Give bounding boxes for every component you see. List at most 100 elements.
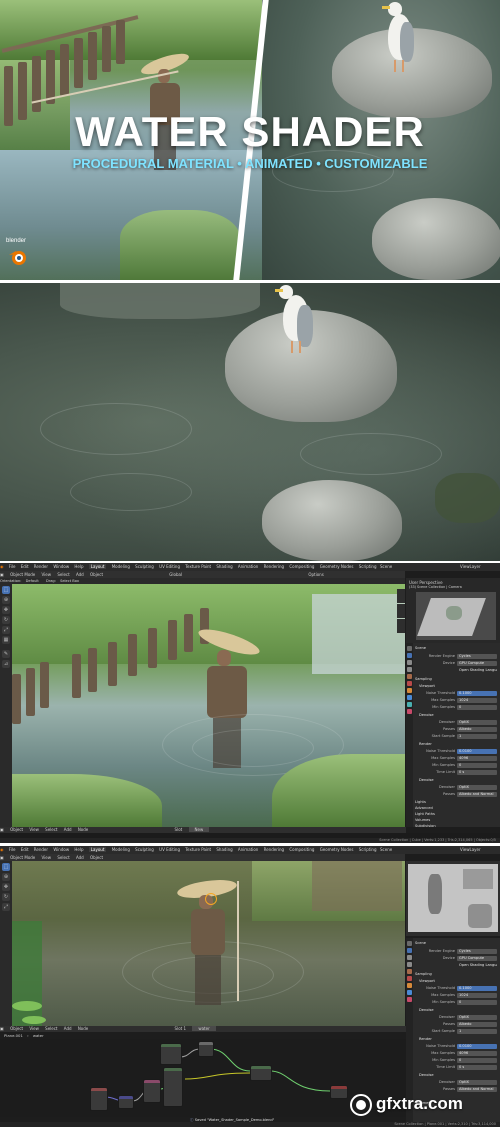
render-min-samples-field[interactable]: 0 (457, 762, 497, 768)
tab-uv-editing[interactable]: UV Editing (159, 564, 180, 569)
render-engine-dropdown[interactable]: Cycles (457, 653, 497, 659)
output-tab-icon[interactable] (407, 955, 412, 960)
tab-scripting[interactable]: Scripting (359, 847, 377, 852)
menu-add[interactable]: Add (76, 572, 84, 577)
modifier-tab-icon[interactable] (407, 990, 412, 995)
tool-tab-icon[interactable] (407, 646, 412, 651)
node-menu-object[interactable]: Object (10, 1026, 23, 1031)
render-subpanel-header[interactable]: Render (415, 1036, 499, 1042)
render-denoiser-dropdown[interactable]: OptiX (457, 784, 497, 790)
scene-tab-icon[interactable] (407, 674, 412, 679)
node-editor-type-icon[interactable]: ▣ (0, 1026, 4, 1031)
bottom-menu-select[interactable]: Select (45, 827, 57, 832)
new-material-button[interactable]: New (188, 827, 210, 832)
node-menu-add[interactable]: Add (64, 1026, 72, 1031)
sampling-panel-header[interactable]: Sampling (415, 971, 499, 977)
tab-modeling[interactable]: Modeling (112, 564, 130, 569)
move-tool-icon[interactable]: ✥ (2, 883, 10, 891)
output-tab-icon[interactable] (407, 660, 412, 665)
world-tab-icon[interactable] (407, 681, 412, 686)
editor-type-icon[interactable]: ▣ (0, 572, 4, 577)
max-samples-field[interactable]: 1024 (457, 697, 497, 703)
tab-compositing[interactable]: Compositing (289, 564, 314, 569)
render-max-samples-field[interactable]: 4096 (457, 755, 497, 761)
render-tab-icon[interactable] (407, 653, 412, 658)
object-tab-icon[interactable] (407, 983, 412, 988)
select-box-tool-icon[interactable]: ⬚ (2, 586, 10, 594)
menu-select[interactable]: Select (57, 572, 69, 577)
tool-tab-icon[interactable] (407, 941, 412, 946)
view-layer-selector[interactable]: ViewLayer (460, 846, 481, 854)
menu-view[interactable]: View (42, 572, 52, 577)
tab-modeling[interactable]: Modeling (112, 847, 130, 852)
tab-uv-editing[interactable]: UV Editing (159, 847, 180, 852)
object-tab-icon[interactable] (407, 688, 412, 693)
material-slot-dropdown[interactable]: Slot 1 (175, 1026, 186, 1031)
view-layer-tab-icon[interactable] (407, 667, 412, 672)
view-layer-tab-icon[interactable] (407, 962, 412, 967)
tab-tool[interactable] (397, 604, 405, 618)
osl-checkbox[interactable]: Open Shading Language (457, 963, 497, 968)
render-engine-dropdown[interactable]: Cycles (457, 948, 497, 954)
material-tab-icon[interactable] (407, 997, 412, 1002)
viewport-subpanel-header[interactable]: Viewport (415, 978, 499, 984)
modifier-tab-icon[interactable] (407, 695, 412, 700)
render-min-samples-field[interactable]: 0 (457, 1057, 497, 1063)
material-output-node[interactable] (330, 1085, 348, 1099)
shader-node[interactable] (143, 1079, 161, 1103)
render-denoiser-dropdown[interactable]: OptiX (457, 1079, 497, 1085)
scene-selector[interactable]: Scene (380, 846, 392, 854)
device-dropdown[interactable]: GPU Compute (457, 955, 497, 961)
max-samples-field[interactable]: 1024 (457, 992, 497, 998)
start-sample-field[interactable]: 1 (457, 1028, 497, 1034)
osl-checkbox[interactable]: Open Shading Language (457, 668, 497, 673)
render-noise-threshold-field[interactable]: 0.0100 (457, 1043, 497, 1049)
scale-tool-icon[interactable]: ⤢ (2, 626, 10, 634)
denoiser-dropdown[interactable]: OptiX (457, 1014, 497, 1020)
tab-view[interactable] (397, 619, 405, 633)
scene-selector[interactable]: Scene (380, 563, 392, 571)
drag-value[interactable]: Select Box (60, 579, 79, 583)
menu-object[interactable]: Object (90, 572, 103, 577)
render-subpanel-header[interactable]: Render (415, 741, 499, 747)
device-dropdown[interactable]: GPU Compute (457, 660, 497, 666)
material-name-field[interactable]: water (192, 1026, 216, 1031)
transform-tool-icon[interactable]: ▦ (2, 636, 10, 644)
denoise-subpanel-header[interactable]: Denoise (415, 712, 499, 718)
tab-layout[interactable]: Layout (88, 847, 107, 852)
3d-viewport[interactable] (12, 584, 405, 827)
select-box-tool-icon[interactable]: ⬚ (2, 863, 10, 871)
tab-shading[interactable]: Shading (216, 847, 232, 852)
tab-texture-paint[interactable]: Texture Paint (185, 564, 211, 569)
menu-edit[interactable]: Edit (21, 564, 29, 569)
tab-compositing[interactable]: Compositing (289, 847, 314, 852)
object-mode-dropdown[interactable]: Object Mode (10, 572, 35, 577)
shader-node[interactable] (198, 1041, 214, 1057)
tab-animation[interactable]: Animation (238, 847, 258, 852)
node-menu-view[interactable]: View (29, 1026, 39, 1031)
menu-view[interactable]: View (42, 855, 52, 860)
passes-dropdown[interactable]: Albedo (457, 726, 497, 732)
rotate-tool-icon[interactable]: ↻ (2, 616, 10, 624)
tab-scripting[interactable]: Scripting (359, 564, 377, 569)
cursor-tool-icon[interactable]: ⊕ (2, 596, 10, 604)
orientation-value[interactable]: Default (26, 579, 39, 583)
shader-node[interactable] (118, 1095, 134, 1109)
tab-texture-paint[interactable]: Texture Paint (185, 847, 211, 852)
menu-render[interactable]: Render (34, 564, 48, 569)
time-limit-field[interactable]: 0 s (457, 1064, 497, 1070)
shader-node[interactable] (90, 1087, 108, 1111)
tab-sculpting[interactable]: Sculpting (135, 847, 154, 852)
denoiser-dropdown[interactable]: OptiX (457, 719, 497, 725)
tab-item[interactable] (397, 589, 405, 603)
material-tab-icon[interactable] (407, 709, 412, 714)
menu-window[interactable]: Window (53, 847, 69, 852)
object-mode-dropdown[interactable]: Object Mode (10, 855, 35, 860)
render-noise-threshold-field[interactable]: 0.0100 (457, 748, 497, 754)
sampling-panel-header[interactable]: Sampling (415, 676, 499, 682)
transform-orientation[interactable]: Global (169, 572, 182, 577)
render-passes-dropdown[interactable]: Albedo and Normal (457, 1086, 497, 1092)
cursor-tool-icon[interactable]: ⊕ (2, 873, 10, 881)
menu-add[interactable]: Add (76, 855, 84, 860)
scene-tab-icon[interactable] (407, 969, 412, 974)
